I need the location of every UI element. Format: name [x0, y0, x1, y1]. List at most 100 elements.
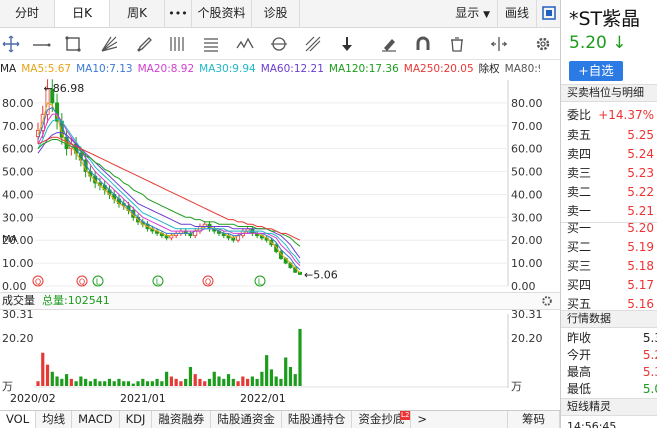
- volume-bar: [41, 352, 45, 386]
- tab-scroll-right[interactable]: >: [411, 411, 433, 428]
- volume-bar: [222, 378, 226, 386]
- ask-row-label: 卖三: [567, 166, 592, 180]
- quote-label: 今开: [567, 348, 592, 362]
- weibi-row: 委比 +14.37%: [567, 106, 657, 125]
- volume-settings-icon[interactable]: [540, 293, 554, 313]
- ask-row: 卖四 5.24: [567, 145, 657, 164]
- tab-bottom-fishing[interactable]: 资金抄底 L2: [352, 411, 412, 428]
- volume-bar: [260, 371, 264, 386]
- volume-bar: [241, 376, 245, 386]
- volume-bar: [50, 371, 54, 386]
- volume-bar: [279, 378, 283, 386]
- chip-distribution-tab[interactable]: 筹码: [507, 411, 560, 428]
- bid-row: 买三 5.18: [567, 257, 657, 276]
- volume-title: 成交量: [2, 294, 35, 307]
- bid-row: 买一 5.20: [567, 219, 657, 238]
- volume-bar: [246, 378, 250, 386]
- volume-bar: [84, 378, 88, 386]
- tab-bottom-fishing-label: 资金抄底: [358, 412, 405, 426]
- price-tick-right: 20.00: [511, 234, 543, 247]
- quote-row: 最高 5.3: [567, 364, 657, 381]
- tab-margin[interactable]: 融资融券: [152, 411, 212, 428]
- bid-row-value: 5.17: [627, 278, 654, 292]
- ask-row-value: 5.24: [627, 147, 654, 161]
- volume-bar: [103, 381, 107, 386]
- volume-bar: [45, 364, 50, 386]
- volume-bar: [174, 378, 178, 386]
- volume-tick-right: 万: [511, 380, 522, 393]
- quote-panel: *ST紫晶 5.20 ↓ +自选 买卖档位与明细 委比 +14.37% 卖五 5.…: [560, 0, 657, 428]
- volume-bar: [179, 381, 183, 386]
- volume-bar: [131, 383, 135, 386]
- x-axis-label: 2020/02: [10, 392, 56, 405]
- volume-bar: [203, 381, 207, 386]
- bid-row: 买四 5.17: [567, 276, 657, 295]
- volume-bar: [93, 378, 97, 386]
- add-favorite-button[interactable]: +自选: [569, 61, 623, 81]
- volume-bar: [293, 374, 297, 386]
- volume-header: 成交量 总量:102541: [0, 292, 560, 310]
- event-marker-label: Q: [205, 278, 211, 287]
- tab-macd[interactable]: MACD: [72, 411, 120, 428]
- volume-bar: [126, 381, 131, 386]
- volume-bar: [160, 381, 164, 386]
- tab-vol[interactable]: VOL: [0, 411, 37, 428]
- quote-label: 昨收: [567, 331, 592, 345]
- volume-bar: [141, 378, 145, 386]
- quote-label: 最高: [567, 365, 592, 379]
- volume-bar: [236, 381, 240, 386]
- quote-label: 最低: [567, 382, 592, 396]
- volume-bar: [136, 381, 140, 386]
- volume-tick-right: 20.20: [511, 332, 543, 345]
- volume-bar: [117, 378, 121, 386]
- price-tick-right: 30.00: [511, 211, 543, 224]
- quote-row: 最低 5.0: [567, 381, 657, 398]
- event-marker-label: Q: [35, 278, 41, 287]
- price-tick-right: 70.00: [511, 120, 543, 133]
- tab-hk-connect-hold[interactable]: 陆股通持仓: [282, 411, 353, 428]
- quote-value: 5.2: [642, 348, 657, 362]
- ma-line-ma20: [37, 113, 301, 266]
- volume-bar: [79, 376, 83, 386]
- tab-ma[interactable]: 均线: [36, 411, 73, 428]
- ask-row-label: 卖二: [567, 185, 592, 199]
- volume-bar: [98, 381, 102, 386]
- weibi-label: 委比: [567, 108, 592, 122]
- ma-line-ma10: [37, 106, 301, 271]
- weibi-value: +14.37%: [598, 108, 654, 122]
- ask-row-label: 卖四: [567, 147, 592, 161]
- volume-bar: [107, 378, 112, 386]
- volume-bar: [231, 378, 235, 386]
- kline-chart[interactable]: 80.00 80.00 70.00 70.00 60.00 60.00 50.00 50.00…: [0, 0, 560, 428]
- ask-row: 卖五 5.25: [567, 126, 657, 145]
- price-tick-left: 40.00: [2, 188, 34, 201]
- volume-bar: [207, 378, 212, 386]
- price-value: 5.20: [569, 33, 607, 53]
- bid-row-value: 5.20: [627, 221, 654, 235]
- tab-hk-connect-flow[interactable]: 陆股通资金: [211, 411, 282, 428]
- indicator-tab-bar: VOL 均线 MACD KDJ 融资融券 陆股通资金 陆股通持仓 资金抄底 L2 …: [0, 410, 560, 428]
- l2-badge: L2: [400, 411, 411, 420]
- volume-bar: [64, 374, 69, 386]
- volume-bar: [55, 376, 59, 386]
- event-marker-label: L: [258, 278, 263, 287]
- high-annotation: ←86.98: [44, 82, 85, 95]
- quote-value: 5.3: [642, 331, 657, 345]
- quote-header: 行情数据: [561, 310, 657, 328]
- price-tick-left: 10.00: [2, 257, 34, 270]
- price-tick-left: 50.00: [2, 166, 34, 179]
- quote-row: 今开 5.2: [567, 347, 657, 364]
- ask-row-value: 5.25: [627, 128, 654, 142]
- short-sprite-header: 短线精灵: [561, 398, 657, 416]
- x-axis-label: 2022/01: [240, 392, 286, 405]
- event-marker-label: L: [156, 278, 161, 287]
- volume-bar: [74, 381, 78, 386]
- low-annotation: ←5.06: [304, 268, 338, 281]
- volume-bar: [150, 381, 154, 386]
- bid-row: 买二 5.19: [567, 238, 657, 257]
- volume-bar: [284, 357, 288, 386]
- volume-bar: [250, 376, 254, 386]
- tab-kdj[interactable]: KDJ: [120, 411, 153, 428]
- stock-price: 5.20 ↓: [569, 33, 627, 53]
- volume-bar: [69, 378, 73, 386]
